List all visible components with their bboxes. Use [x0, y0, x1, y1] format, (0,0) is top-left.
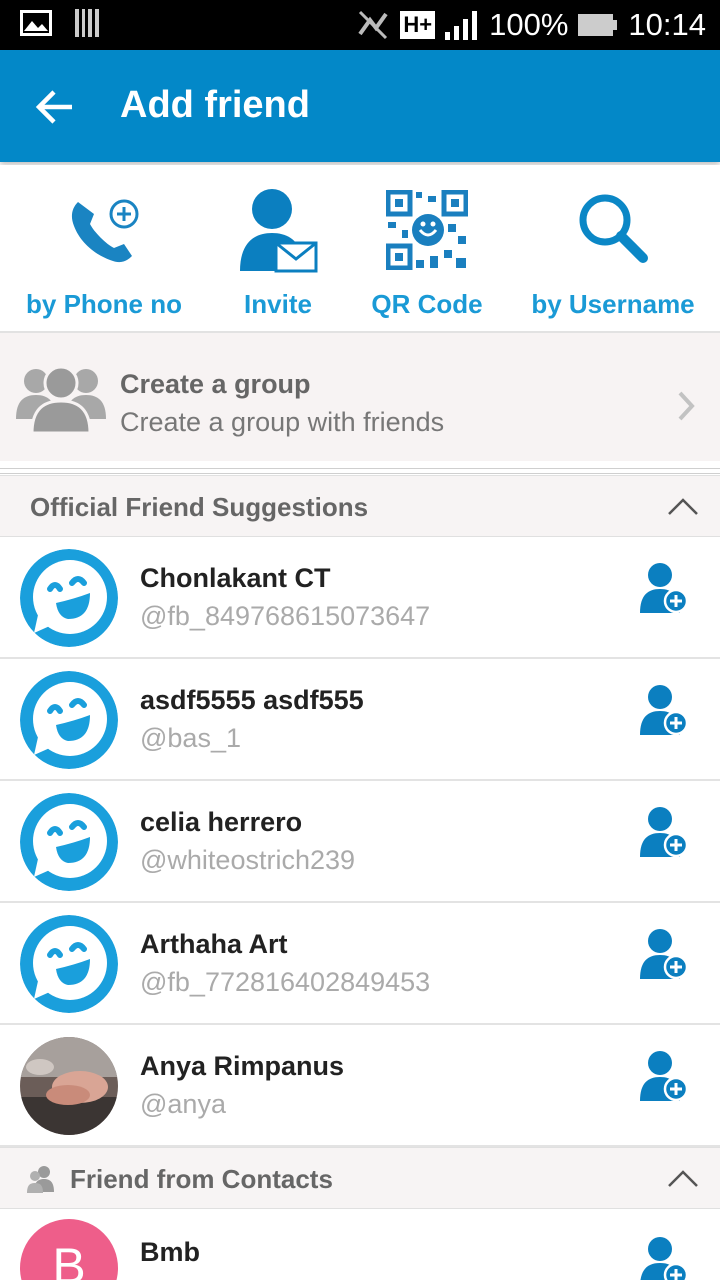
gallery-notification-icon: [20, 10, 52, 36]
barcode-notification-icon: [75, 9, 99, 37]
clock: 10:14: [628, 7, 706, 42]
avatar: [20, 671, 118, 769]
avatar: [20, 793, 118, 891]
app-logo-icon: [20, 793, 118, 891]
person-mail-icon: [240, 189, 318, 273]
add-friend-icon[interactable]: [640, 927, 690, 983]
friend-name: celia herrero: [140, 807, 303, 837]
group-icon: [16, 365, 106, 435]
vibrate-off-icon: [358, 10, 389, 40]
suggestions-title: Official Friend Suggestions: [30, 492, 369, 522]
friend-handle: @fb_849768615073647: [140, 601, 431, 631]
photo-thumbnail: [20, 1037, 118, 1135]
add-friend-icon[interactable]: [640, 1049, 690, 1105]
page-title: Add friend: [120, 84, 310, 126]
add-friend-icon[interactable]: [640, 1235, 690, 1280]
create-group-subtitle: Create a group with friends: [120, 407, 445, 437]
friend-name: asdf5555 asdf555: [140, 685, 364, 715]
add-by-phone-label: by Phone no: [26, 289, 182, 319]
contacts-group-icon: [27, 1166, 54, 1193]
friend-row[interactable]: celia herrero @whiteostrich239: [0, 781, 720, 903]
qr-code-icon: [386, 190, 468, 270]
create-group-title: Create a group: [120, 369, 311, 399]
qr-code-button[interactable]: QR Code: [362, 185, 492, 320]
contact-avatar: B: [20, 1219, 118, 1280]
contact-initial: B: [52, 1238, 86, 1280]
suggestions-header[interactable]: Official Friend Suggestions: [0, 475, 720, 537]
friend-handle: @anya: [140, 1089, 226, 1119]
contact-row[interactable]: B Bmb: [0, 1209, 720, 1280]
app-bar: Add friend: [0, 50, 720, 162]
back-arrow-icon[interactable]: [30, 82, 80, 132]
add-friend-icon[interactable]: [640, 683, 690, 739]
chevron-up-icon[interactable]: [666, 1162, 700, 1196]
app-logo-icon: [20, 915, 118, 1013]
section-divider: [0, 468, 720, 474]
contacts-title: Friend from Contacts: [70, 1164, 333, 1194]
battery-percent: 100%: [489, 7, 569, 42]
friend-handle: @fb_772816402849453: [140, 967, 431, 997]
status-bar: H+ 100% 10:14: [0, 0, 720, 50]
avatar: [20, 549, 118, 647]
friend-row[interactable]: asdf5555 asdf555 @bas_1: [0, 659, 720, 781]
friend-row[interactable]: Chonlakant CT @fb_849768615073647: [0, 537, 720, 659]
add-friend-icon[interactable]: [640, 561, 690, 617]
friend-name: Anya Rimpanus: [140, 1051, 345, 1081]
invite-label: Invite: [244, 289, 312, 319]
chevron-right-icon: [678, 391, 695, 421]
search-by-username-button[interactable]: by Username: [528, 185, 698, 320]
friend-row[interactable]: Anya Rimpanus @anya: [0, 1025, 720, 1147]
signal-icon: [445, 11, 478, 40]
friend-name: Chonlakant CT: [140, 563, 331, 593]
friend-name: Arthaha Art: [140, 929, 288, 959]
phone-add-icon: [71, 199, 139, 263]
search-icon: [579, 194, 648, 263]
avatar-photo: [20, 1037, 118, 1135]
network-type: H+: [400, 11, 436, 39]
add-by-phone-button[interactable]: by Phone no: [24, 185, 184, 320]
create-group-row[interactable]: Create a group Create a group with frien…: [0, 331, 720, 461]
app-logo-icon: [20, 671, 118, 769]
add-friend-icon[interactable]: [640, 805, 690, 861]
friend-row[interactable]: Arthaha Art @fb_772816402849453: [0, 903, 720, 1025]
friend-handle: @whiteostrich239: [140, 845, 356, 875]
search-by-username-label: by Username: [531, 289, 695, 319]
app-logo-icon: [20, 549, 118, 647]
avatar: [20, 915, 118, 1013]
add-options: by Phone no Invite QR Code by Username: [0, 165, 720, 330]
friend-handle: @bas_1: [140, 723, 241, 753]
invite-button[interactable]: Invite: [228, 185, 328, 320]
chevron-up-icon[interactable]: [666, 490, 700, 524]
contact-name: Bmb: [140, 1237, 200, 1267]
battery-icon: [578, 14, 618, 36]
qr-code-label: QR Code: [371, 289, 483, 319]
contacts-header[interactable]: Friend from Contacts: [0, 1147, 720, 1209]
